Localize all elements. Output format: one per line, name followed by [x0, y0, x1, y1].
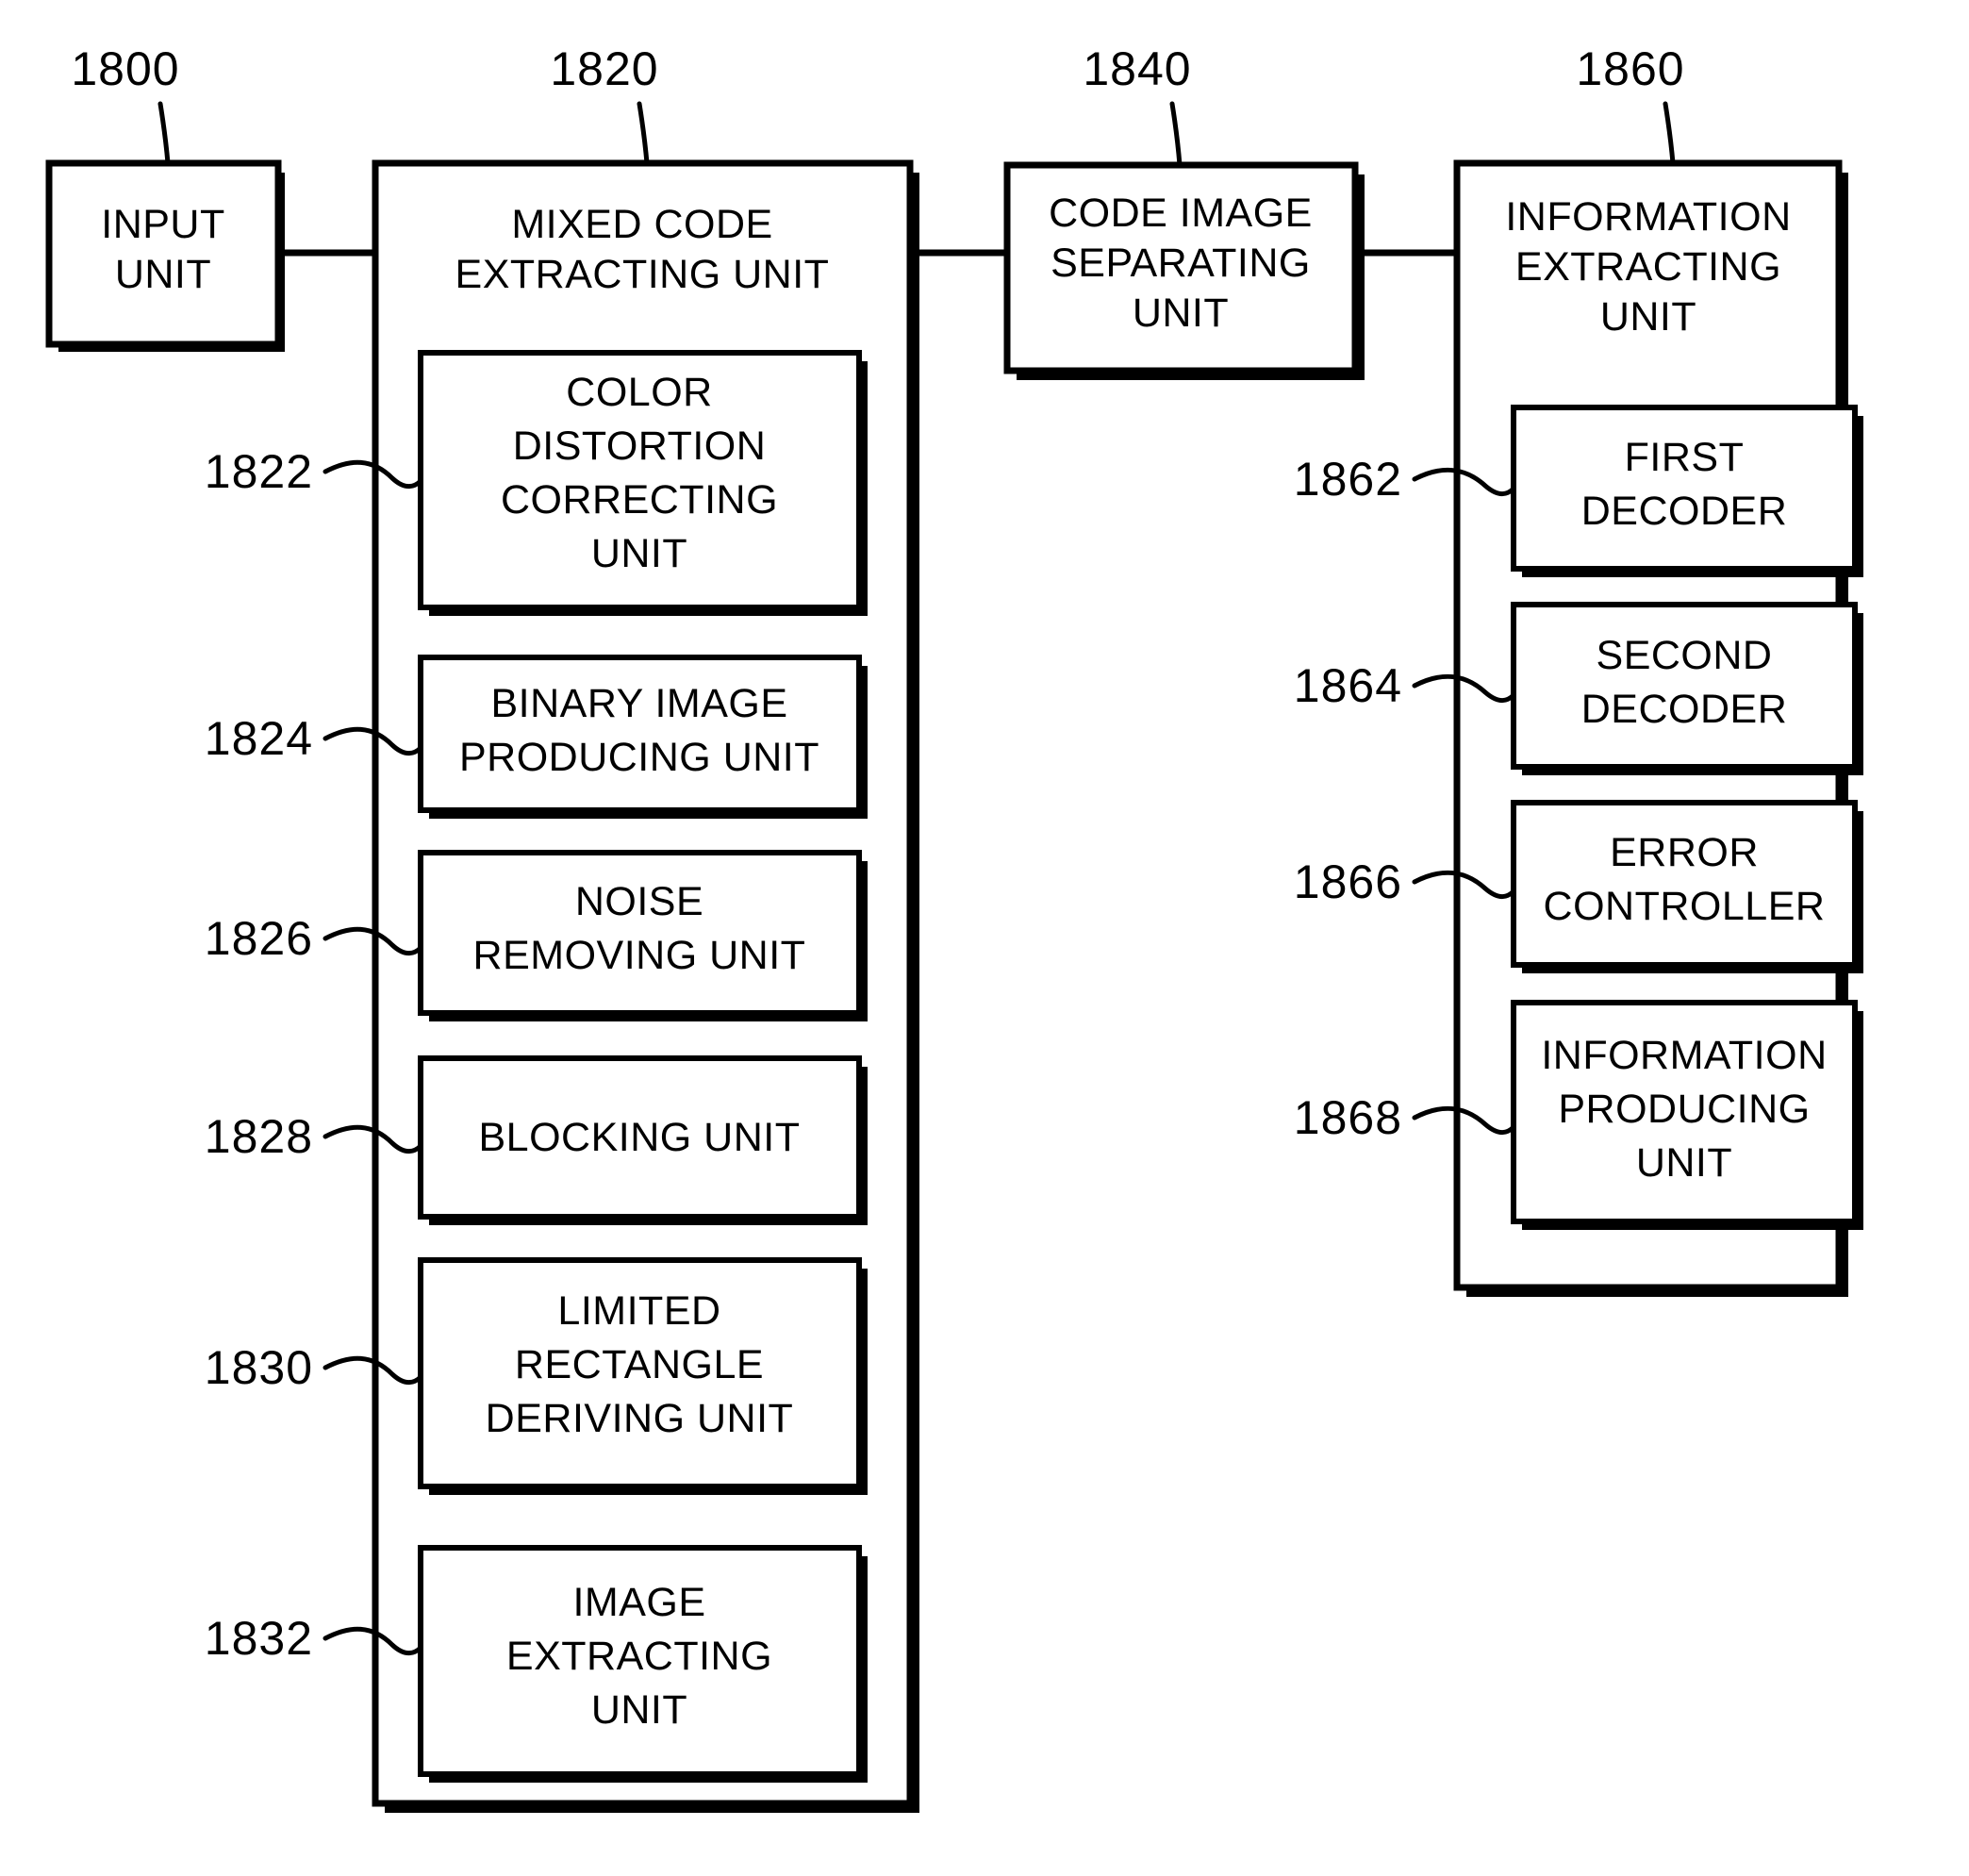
second-decoder-label-line-0: SECOND	[1597, 633, 1773, 678]
information-producing-label-line-0: INFORMATION	[1541, 1033, 1827, 1078]
leader-1860	[1663, 101, 1676, 166]
information-producing-label-line-2: UNIT	[1636, 1140, 1732, 1186]
top-leader-lines	[157, 101, 1676, 168]
error-controller-label-line-0: ERROR	[1610, 830, 1759, 875]
limited-rectangle-label-line-0: LIMITED	[557, 1288, 720, 1334]
error-controller-label-line-1: CONTROLLER	[1544, 884, 1826, 929]
first-decoder-label-line-1: DECODER	[1581, 489, 1788, 534]
input-unit-label-line-0: INPUT	[101, 202, 225, 247]
ref-numeral-1868: 1868	[1294, 1091, 1402, 1144]
ref-numeral-1832: 1832	[205, 1612, 313, 1665]
ref-numeral-1828: 1828	[205, 1110, 313, 1163]
image-extracting-label-line-0: IMAGE	[572, 1580, 705, 1625]
second-decoder-box[interactable]	[1511, 602, 1858, 770]
patent-block-diagram: INPUT UNIT MIXED CODE EXTRACTING UNIT CO…	[0, 0, 1969, 1876]
noise-removing-label-line-0: NOISE	[575, 879, 703, 924]
noise-removing-label-line-1: REMOVING UNIT	[473, 933, 806, 978]
information-extracting-label-line-0: INFORMATION	[1505, 194, 1791, 240]
binary-image-label-line-1: PRODUCING UNIT	[459, 735, 819, 780]
information-extracting-label-line-1: EXTRACTING	[1515, 244, 1781, 290]
image-extracting-label-line-2: UNIT	[591, 1687, 687, 1733]
leader-1840	[1169, 101, 1183, 168]
input-unit-label-line-1: UNIT	[115, 252, 211, 297]
mixed-code-label-line-1: EXTRACTING UNIT	[455, 252, 830, 297]
ref-numeral-1824: 1824	[205, 712, 313, 765]
ref-numeral-1866: 1866	[1294, 855, 1402, 908]
mixed-code-label-line-0: MIXED CODE	[511, 202, 772, 247]
limited-rectangle-label-line-1: RECTANGLE	[515, 1342, 764, 1387]
second-decoder-label-line-1: DECODER	[1581, 687, 1788, 732]
color-distortion-label-line-0: COLOR	[566, 370, 712, 415]
ref-numeral-1864: 1864	[1294, 659, 1402, 712]
ref-numeral-1830: 1830	[205, 1341, 313, 1394]
code-image-separating-label-line-1: SEPARATING	[1051, 241, 1311, 286]
ref-numeral-1840: 1840	[1083, 42, 1191, 95]
image-extracting-label-line-1: EXTRACTING	[506, 1634, 772, 1679]
color-distortion-label-line-3: UNIT	[591, 531, 687, 576]
color-distortion-label-line-2: CORRECTING	[501, 477, 778, 523]
code-image-separating-label-line-2: UNIT	[1133, 291, 1229, 336]
information-producing-label-line-1: PRODUCING	[1558, 1087, 1810, 1132]
information-extracting-label-line-2: UNIT	[1600, 294, 1696, 340]
limited-rectangle-label-line-2: DERIVING UNIT	[486, 1396, 794, 1441]
leader-1800	[157, 101, 171, 166]
diagram-canvas: INPUT UNIT MIXED CODE EXTRACTING UNIT CO…	[45, 42, 1863, 1813]
color-distortion-label-line-1: DISTORTION	[513, 423, 767, 469]
blocking-unit-label-line-0: BLOCKING UNIT	[479, 1115, 801, 1160]
block-input-unit[interactable]: INPUT UNIT	[45, 159, 285, 352]
block-code-image-separating-unit[interactable]: CODE IMAGE SEPARATING UNIT	[1003, 161, 1365, 380]
ref-numeral-1826: 1826	[205, 912, 313, 965]
ref-numeral-1820: 1820	[550, 42, 658, 95]
ref-numeral-1822: 1822	[205, 445, 313, 498]
first-decoder-label-line-0: FIRST	[1625, 435, 1745, 480]
ref-numeral-1800: 1800	[71, 42, 179, 95]
ref-numeral-1860: 1860	[1576, 42, 1684, 95]
binary-image-label-line-0: BINARY IMAGE	[490, 681, 787, 726]
ref-numeral-1862: 1862	[1294, 453, 1402, 506]
leader-1820	[637, 101, 650, 166]
code-image-separating-label-line-0: CODE IMAGE	[1049, 191, 1313, 236]
